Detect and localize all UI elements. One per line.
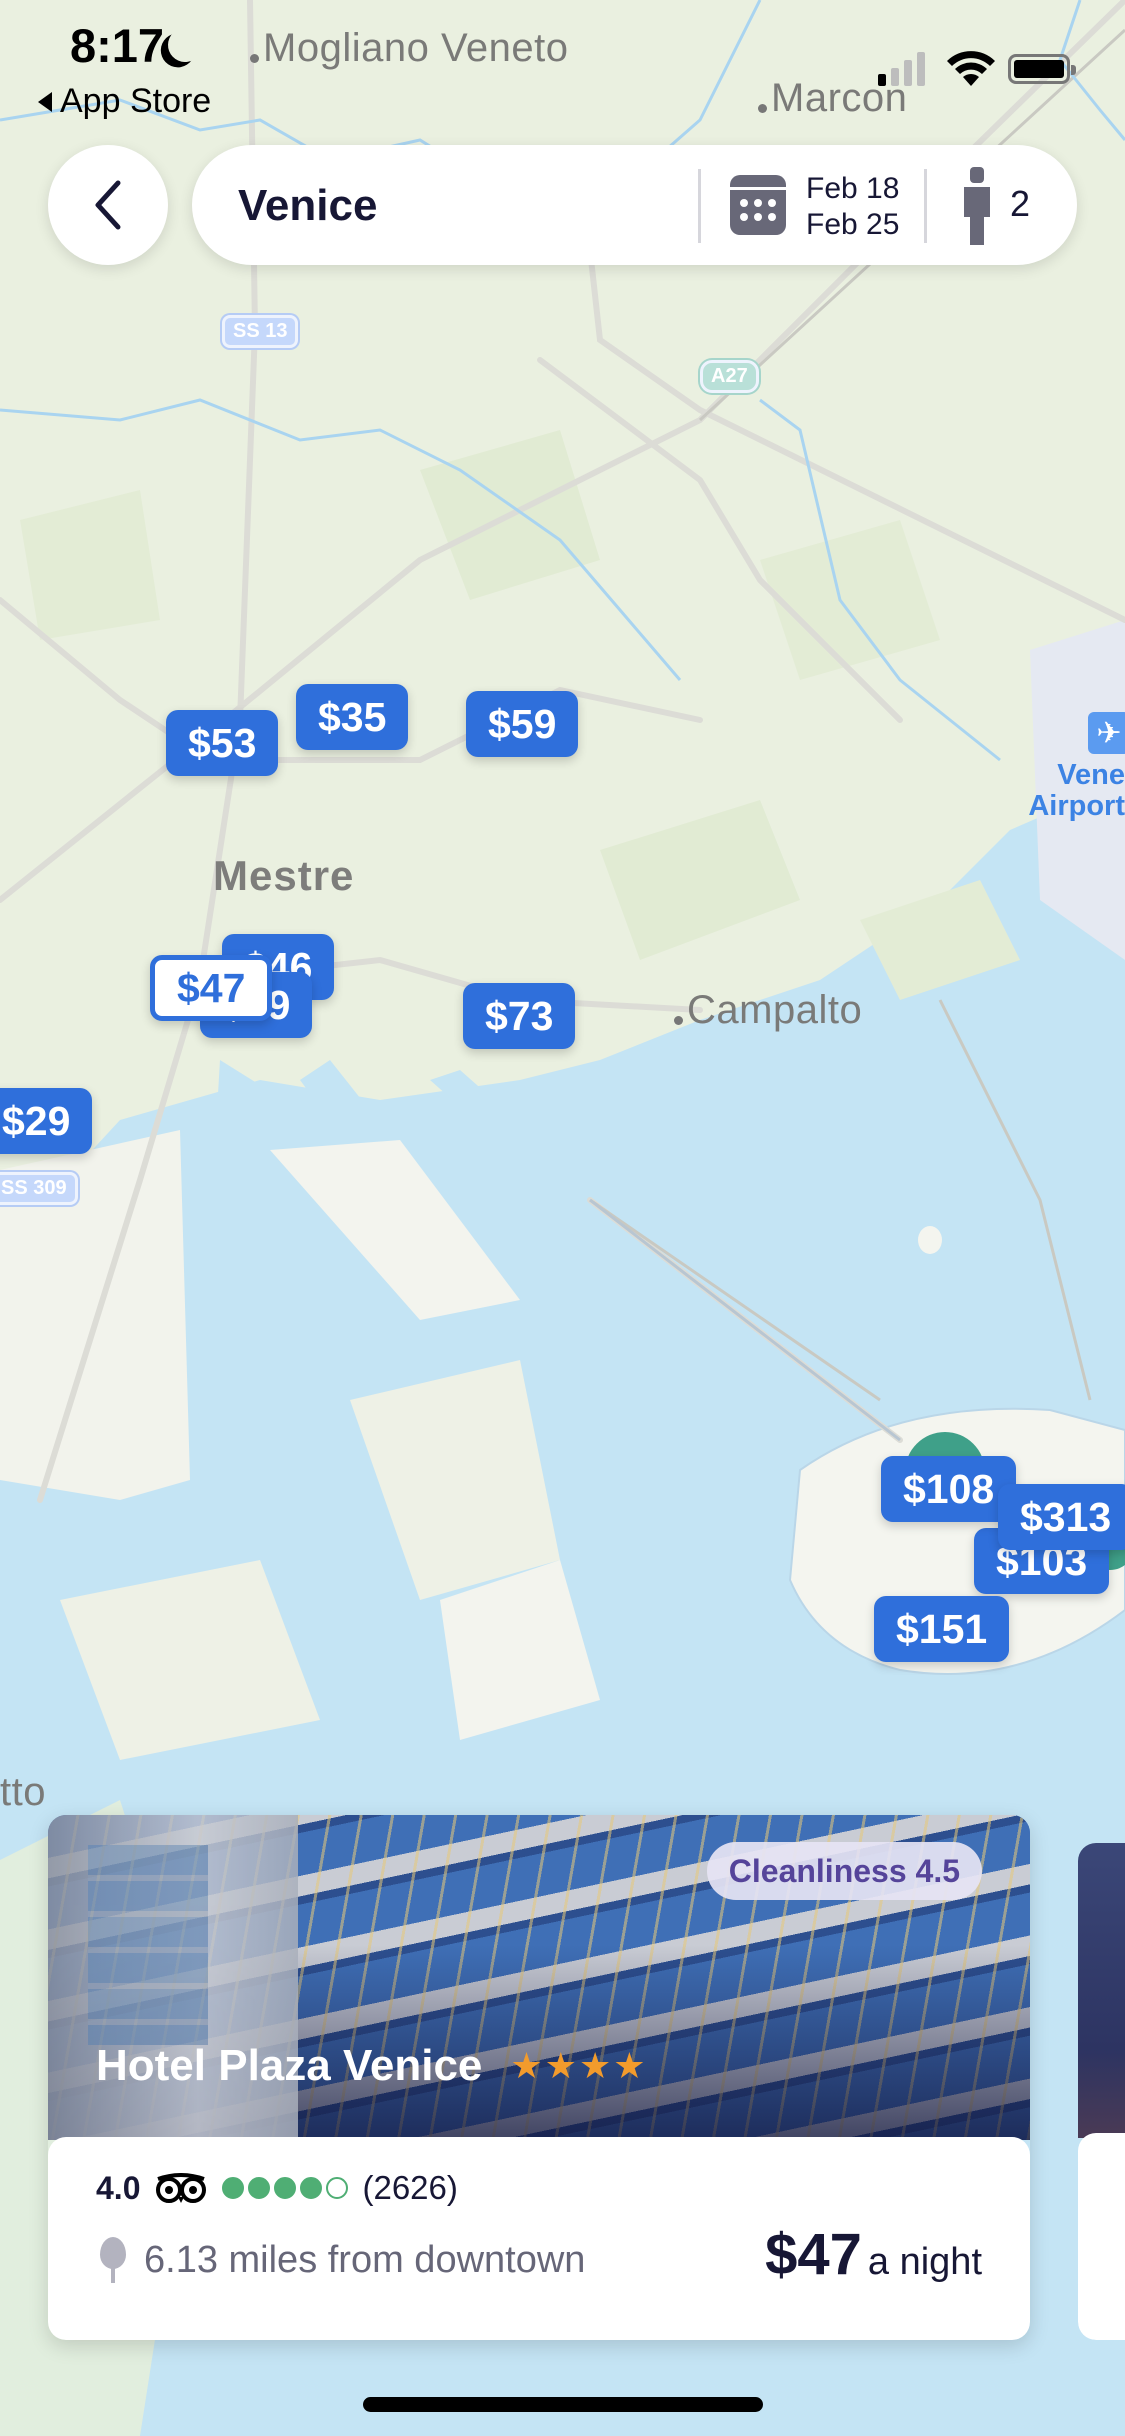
place-label-partial: tto	[0, 1770, 46, 1814]
person-icon	[964, 167, 990, 245]
divider	[698, 169, 701, 243]
back-button[interactable]	[48, 145, 168, 265]
wifi-icon	[947, 51, 995, 86]
airport-label-line1: Vene	[1057, 759, 1125, 791]
price-per-night: $47 a night	[765, 2221, 982, 2288]
price-pin[interactable]: $59	[466, 691, 579, 757]
rating-bubble-filled	[222, 2177, 245, 2199]
price-pin[interactable]: $35	[296, 684, 409, 750]
place-name: Campalto	[687, 988, 863, 1032]
price-suffix: a night	[867, 2241, 982, 2283]
destination-field[interactable]: Venice	[238, 181, 377, 231]
rating-bubble-filled	[248, 2177, 271, 2199]
road-shield-ss309: SS 309	[0, 1172, 78, 1205]
hotel-card[interactable]: Cleanliness 4.5 Hotel Plaza Venice ★★★★ …	[48, 1815, 1030, 2340]
back-to-app-store[interactable]: App Store	[38, 82, 211, 121]
place-label-campalto: Campalto	[674, 988, 862, 1033]
distance-row: 6.13 miles from downtown	[100, 2237, 585, 2283]
location-pin-icon	[100, 2237, 126, 2283]
price-pin[interactable]: $73	[463, 983, 576, 1049]
next-hotel-photo	[1078, 1843, 1125, 2138]
airport-label-line2: Airport	[1028, 790, 1125, 822]
price-pin[interactable]: $313	[998, 1484, 1125, 1550]
check-in-date: Feb 18	[806, 172, 900, 205]
cleanliness-badge: Cleanliness 4.5	[706, 1842, 982, 1900]
calendar-icon	[730, 175, 786, 235]
battery-icon	[1008, 54, 1076, 84]
back-triangle-icon	[38, 91, 52, 112]
tripadvisor-owl-icon	[156, 2173, 207, 2203]
guest-count: 2	[1010, 183, 1031, 224]
price-pin[interactable]: $53	[166, 710, 279, 776]
rating-bubble-filled	[300, 2177, 323, 2199]
search-summary-bar[interactable]: Venice Feb 18 Feb 25 2	[192, 145, 1077, 265]
check-out-date: Feb 25	[806, 208, 900, 241]
back-app-label: App Store	[60, 82, 212, 120]
date-range: Feb 18 Feb 25	[806, 171, 899, 243]
hotel-class-stars-icon: ★★★★	[510, 2045, 648, 2086]
price-value: $47	[765, 2222, 862, 2287]
price-pin[interactable]: $108	[881, 1456, 1017, 1522]
place-label-mogliano-veneto: Mogliano Veneto	[250, 26, 569, 71]
place-name: Mogliano Veneto	[263, 26, 569, 70]
rating-bubble-filled	[274, 2177, 297, 2199]
road-shield-a27: A27	[700, 360, 759, 393]
price-pin[interactable]: $29	[0, 1088, 93, 1154]
place-dot	[674, 1016, 683, 1025]
review-count[interactable]: (2626)	[362, 2169, 457, 2207]
home-indicator[interactable]	[363, 2397, 763, 2412]
airport-label[interactable]: Vene Airport	[1010, 760, 1125, 822]
hotel-title-row: Hotel Plaza Venice ★★★★	[96, 2041, 648, 2091]
status-time: 8:17	[70, 19, 165, 72]
hotel-card-details: 4.0 (2626) 6.13 miles from downtown $47 a…	[48, 2137, 1030, 2340]
distance-text: 6.13 miles from downtown	[144, 2238, 586, 2281]
price-pin[interactable]: $151	[874, 1596, 1010, 1662]
next-hotel-card[interactable]	[1078, 1843, 1125, 2340]
rating-row: 4.0 (2626)	[96, 2169, 458, 2207]
place-dot	[250, 54, 259, 63]
bubble-rating	[222, 2177, 349, 2199]
chevron-left-icon	[95, 180, 121, 230]
rating-bubble-empty	[326, 2177, 349, 2199]
divider	[924, 169, 927, 243]
price-pin-selected[interactable]: $47	[150, 955, 273, 1021]
hotel-name: Hotel Plaza Venice	[96, 2041, 483, 2090]
next-hotel-details	[1078, 2133, 1125, 2340]
place-dot	[758, 104, 767, 113]
road-shield-ss13: SS 13	[222, 315, 299, 348]
rating-value: 4.0	[96, 2169, 141, 2206]
place-label-mestre: Mestre	[213, 852, 355, 899]
cellular-signal-icon	[878, 52, 925, 86]
airplane-icon: ✈	[1088, 712, 1125, 754]
